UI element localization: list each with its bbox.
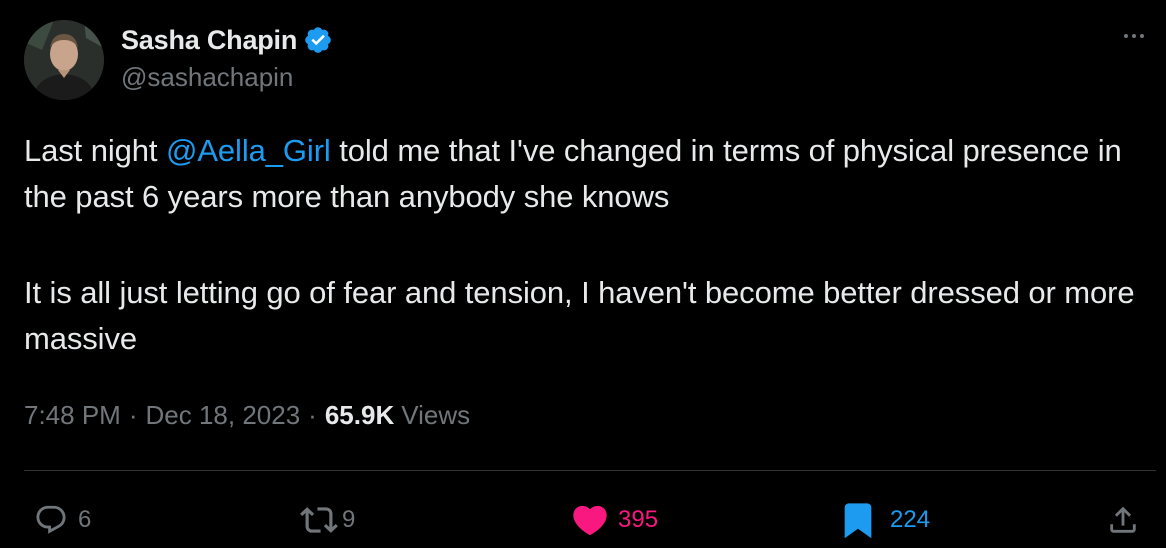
bookmark-button[interactable]: 224 xyxy=(838,496,930,544)
like-button[interactable]: 395 xyxy=(570,496,658,544)
retweet-button[interactable]: 9 xyxy=(300,496,355,544)
more-dot-icon xyxy=(1140,34,1144,38)
views-label: Views xyxy=(401,400,471,430)
more-options-button[interactable] xyxy=(1116,24,1152,48)
text-segment: Last night xyxy=(24,133,166,168)
views-count: 65.9K xyxy=(324,400,395,430)
user-handle[interactable]: @sashachapin xyxy=(121,62,333,93)
tweet-paragraph: Last night @Aella_Girl told me that I've… xyxy=(24,128,1144,220)
avatar[interactable] xyxy=(24,20,104,100)
share-icon xyxy=(1110,506,1136,533)
display-name[interactable]: Sasha Chapin xyxy=(121,25,297,56)
tweet-date[interactable]: Dec 18, 2023 xyxy=(146,400,301,431)
retweet-icon xyxy=(300,507,338,533)
share-button[interactable] xyxy=(1106,496,1140,544)
more-dot-icon xyxy=(1132,34,1136,38)
meta-separator: · xyxy=(308,400,317,430)
mention-link[interactable]: @Aella_Girl xyxy=(166,133,331,168)
reply-count: 6 xyxy=(78,506,92,533)
tweet-time[interactable]: 7:48 PM xyxy=(24,400,121,431)
heart-icon xyxy=(573,505,607,536)
more-dot-icon xyxy=(1124,34,1128,38)
tweet-paragraph: It is all just letting go of fear and te… xyxy=(24,275,1135,356)
verified-badge-icon[interactable] xyxy=(303,25,333,55)
tweet-meta: 7:48 PM · Dec 18, 2023 · 65.9K Views xyxy=(24,400,470,431)
bookmark-count: 224 xyxy=(890,506,931,533)
like-count: 395 xyxy=(618,506,659,533)
author-info: Sasha Chapin @sashachapin xyxy=(121,22,333,93)
reply-icon xyxy=(36,505,66,534)
name-row: Sasha Chapin xyxy=(121,22,333,58)
divider xyxy=(24,470,1156,471)
tweet-text: Last night @Aella_Girl told me that I've… xyxy=(24,128,1144,362)
retweet-count: 9 xyxy=(342,506,356,533)
action-bar: 6 9 395 224 xyxy=(0,496,1166,544)
reply-button[interactable]: 6 xyxy=(34,496,91,544)
bookmark-icon xyxy=(844,503,872,539)
meta-separator: · xyxy=(128,400,138,430)
tweet-card: Sasha Chapin @sashachapin Last night @Ae… xyxy=(0,0,1166,548)
avatar-photo xyxy=(24,20,104,100)
